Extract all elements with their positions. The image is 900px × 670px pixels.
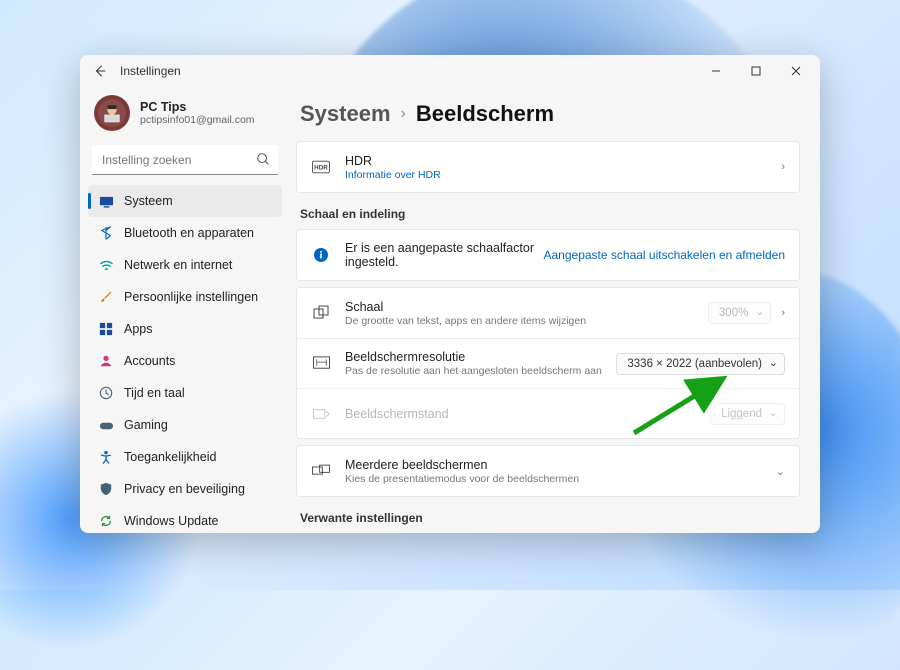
main-content: Systeem › Beeldscherm HDR HDR Informatie… — [290, 87, 820, 533]
search-icon — [256, 152, 270, 169]
sidebar-item-systeem[interactable]: Systeem — [88, 185, 282, 217]
sidebar-item-label: Gaming — [124, 418, 168, 432]
hdr-sublink[interactable]: Informatie over HDR — [345, 169, 771, 181]
search-input[interactable] — [92, 145, 278, 175]
hdr-card[interactable]: HDR HDR Informatie over HDR › — [296, 141, 800, 193]
sidebar-item-label: Toegankelijkheid — [124, 450, 216, 464]
resolution-dropdown[interactable]: 3336 × 2022 (aanbevolen) — [616, 353, 785, 375]
sidebar-item-personalisation[interactable]: Persoonlijke instellingen — [88, 281, 282, 313]
chevron-right-icon: › — [781, 161, 785, 173]
sidebar-item-time[interactable]: Tijd en taal — [88, 377, 282, 409]
search-box[interactable] — [92, 145, 278, 175]
section-heading-scale: Schaal en indeling — [300, 207, 796, 221]
sidebar-item-label: Windows Update — [124, 514, 219, 528]
resolution-title: Beeldschermresolutie — [345, 350, 616, 364]
titlebar: Instellingen — [80, 55, 820, 87]
orientation-dropdown: Liggend — [710, 403, 785, 425]
scale-icon — [311, 305, 331, 321]
breadcrumb-current: Beeldscherm — [416, 101, 554, 127]
hdr-title: HDR — [345, 154, 771, 168]
accessibility-icon — [98, 449, 114, 465]
maximize-button[interactable] — [736, 55, 776, 87]
wifi-icon — [98, 257, 114, 273]
close-button[interactable] — [776, 55, 816, 87]
system-icon — [98, 193, 114, 209]
svg-text:HDR: HDR — [314, 165, 328, 172]
resolution-sub: Pas de resolutie aan het aangesloten bee… — [345, 365, 616, 377]
alert-action-link[interactable]: Aangepaste schaal uitschakelen en afmeld… — [544, 248, 786, 262]
alert-text: Er is een aangepaste schaalfactor ingest… — [345, 241, 544, 269]
hdr-icon: HDR — [311, 160, 331, 174]
sidebar-item-gaming[interactable]: Gaming — [88, 409, 282, 441]
scale-sub: De grootte van tekst, apps en andere ite… — [345, 315, 708, 327]
section-heading-related: Verwante instellingen — [300, 511, 796, 525]
scale-dropdown: 300% — [708, 302, 771, 324]
multi-sub: Kies de presentatiemodus voor de beeldsc… — [345, 473, 766, 485]
clock-icon — [98, 385, 114, 401]
breadcrumb-parent[interactable]: Systeem — [300, 101, 391, 127]
sidebar-item-label: Apps — [124, 322, 153, 336]
chevron-down-icon: ⌄ — [776, 465, 785, 478]
brush-icon — [98, 289, 114, 305]
orientation-icon — [311, 407, 331, 421]
sidebar-item-label: Persoonlijke instellingen — [124, 290, 258, 304]
multi-title: Meerdere beeldschermen — [345, 458, 766, 472]
nav-list: Systeem Bluetooth en apparaten Netwerk e… — [88, 185, 282, 533]
window-title: Instellingen — [120, 64, 181, 78]
sidebar-item-label: Systeem — [124, 194, 173, 208]
profile-block[interactable]: PC Tips pctipsinfo01@gmail.com — [88, 87, 282, 145]
sidebar: PC Tips pctipsinfo01@gmail.com Systeem B… — [80, 87, 290, 533]
bluetooth-icon — [98, 225, 114, 241]
sidebar-item-label: Bluetooth en apparaten — [124, 226, 254, 240]
sidebar-item-accessibility[interactable]: Toegankelijkheid — [88, 441, 282, 473]
gaming-icon — [98, 417, 114, 433]
sidebar-item-label: Accounts — [124, 354, 175, 368]
sidebar-item-bluetooth[interactable]: Bluetooth en apparaten — [88, 217, 282, 249]
scale-alert-card: Er is een aangepaste schaalfactor ingest… — [296, 229, 800, 281]
minimize-button[interactable] — [696, 55, 736, 87]
shield-icon — [98, 481, 114, 497]
arrow-left-icon — [93, 64, 107, 78]
orientation-title: Beeldschermstand — [345, 407, 710, 421]
orientation-row: Beeldschermstand Liggend — [297, 388, 799, 438]
sidebar-item-apps[interactable]: Apps — [88, 313, 282, 345]
avatar — [94, 95, 130, 131]
resolution-row[interactable]: Beeldschermresolutie Pas de resolutie aa… — [297, 338, 799, 388]
sidebar-item-label: Tijd en taal — [124, 386, 185, 400]
multi-icon — [311, 464, 331, 478]
scale-row[interactable]: Schaal De grootte van tekst, apps en and… — [297, 288, 799, 338]
resolution-icon — [311, 356, 331, 371]
profile-email: pctipsinfo01@gmail.com — [140, 114, 255, 126]
sidebar-item-privacy[interactable]: Privacy en beveiliging — [88, 473, 282, 505]
sidebar-item-label: Privacy en beveiliging — [124, 482, 245, 496]
info-icon — [311, 247, 331, 263]
sidebar-item-network[interactable]: Netwerk en internet — [88, 249, 282, 281]
chevron-right-icon: › — [401, 105, 406, 123]
user-icon — [98, 353, 114, 369]
scale-group: Schaal De grootte van tekst, apps en and… — [296, 287, 800, 439]
settings-window: Instellingen PC Tips pctipsinfo01@gmail.… — [80, 55, 820, 533]
sidebar-item-update[interactable]: Windows Update — [88, 505, 282, 533]
scale-title: Schaal — [345, 300, 708, 314]
sidebar-item-label: Netwerk en internet — [124, 258, 232, 272]
profile-name: PC Tips — [140, 100, 255, 114]
breadcrumb: Systeem › Beeldscherm — [296, 87, 800, 141]
apps-icon — [98, 321, 114, 337]
multimonitor-card[interactable]: Meerdere beeldschermen Kies de presentat… — [296, 445, 800, 497]
sidebar-item-accounts[interactable]: Accounts — [88, 345, 282, 377]
update-icon — [98, 513, 114, 529]
back-button[interactable] — [84, 55, 116, 87]
chevron-right-icon: › — [781, 307, 785, 319]
